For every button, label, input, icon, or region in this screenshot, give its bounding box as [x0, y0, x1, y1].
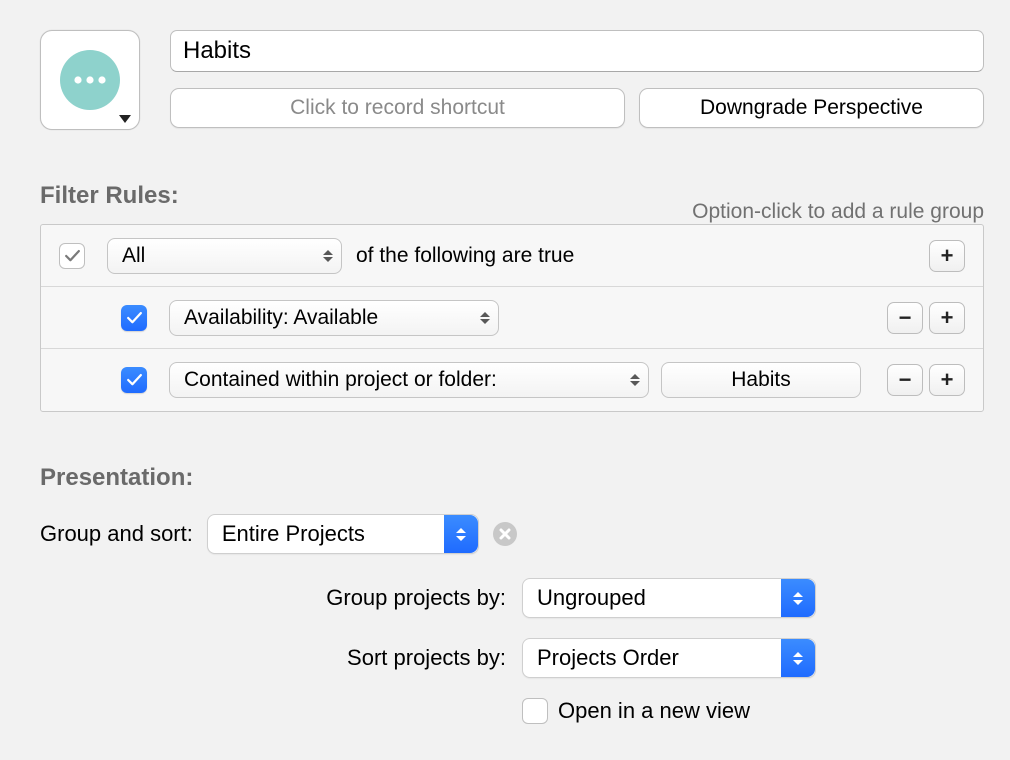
- rule-type-value: Contained within project or folder:: [184, 368, 497, 392]
- perspective-icon-well[interactable]: [40, 30, 140, 130]
- remove-rule-button[interactable]: −: [887, 364, 923, 396]
- rule-group-row: All of the following are true +: [41, 225, 983, 287]
- add-rule-button[interactable]: +: [929, 302, 965, 334]
- rule-group-checkbox[interactable]: [59, 243, 85, 269]
- rule-type-select[interactable]: Availability: Available: [169, 300, 499, 336]
- rule-row: Contained within project or folder: Habi…: [41, 349, 983, 411]
- group-and-sort-value: Entire Projects: [222, 521, 365, 547]
- group-projects-by-label: Group projects by:: [40, 585, 522, 611]
- record-shortcut-button[interactable]: Click to record shortcut: [170, 88, 625, 128]
- perspective-icon: [59, 49, 121, 111]
- stepper-icon: [480, 312, 490, 324]
- rule-group-suffix: of the following are true: [356, 244, 574, 268]
- close-icon: [499, 528, 511, 540]
- group-and-sort-label: Group and sort:: [40, 521, 193, 547]
- check-icon: [64, 249, 81, 263]
- stepper-icon: [444, 515, 478, 553]
- filter-rules-box: All of the following are true + Availabi…: [40, 224, 984, 412]
- rule-type-select[interactable]: Contained within project or folder:: [169, 362, 649, 398]
- open-in-new-view-checkbox[interactable]: [522, 698, 548, 724]
- rule-row: Availability: Available − +: [41, 287, 983, 349]
- remove-rule-button[interactable]: −: [887, 302, 923, 334]
- presentation-heading: Presentation:: [40, 464, 984, 492]
- filter-rules-hint: Option-click to add a rule group: [692, 200, 984, 224]
- group-and-sort-select[interactable]: Entire Projects: [207, 514, 479, 554]
- stepper-icon: [630, 374, 640, 386]
- downgrade-perspective-button[interactable]: Downgrade Perspective: [639, 88, 984, 128]
- group-projects-by-value: Ungrouped: [537, 585, 646, 611]
- rule-group-operator-select[interactable]: All: [107, 238, 342, 274]
- rule-enabled-checkbox[interactable]: [121, 305, 147, 331]
- filter-rules-heading: Filter Rules:: [40, 182, 179, 210]
- add-rule-button[interactable]: +: [929, 240, 965, 272]
- stepper-icon: [323, 250, 333, 262]
- stepper-icon: [781, 639, 815, 677]
- sort-projects-by-value: Projects Order: [537, 645, 679, 671]
- rule-group-operator-value: All: [122, 244, 145, 268]
- rule-type-value: Availability: Available: [184, 306, 378, 330]
- rule-token[interactable]: Habits: [661, 362, 861, 398]
- check-icon: [126, 373, 143, 387]
- sort-projects-by-label: Sort projects by:: [40, 645, 522, 671]
- group-projects-by-select[interactable]: Ungrouped: [522, 578, 816, 618]
- add-rule-button[interactable]: +: [929, 364, 965, 396]
- stepper-icon: [781, 579, 815, 617]
- chevron-down-icon: [119, 115, 131, 123]
- open-in-new-view-label: Open in a new view: [558, 698, 750, 724]
- sort-projects-by-select[interactable]: Projects Order: [522, 638, 816, 678]
- perspective-name-input[interactable]: [170, 30, 984, 72]
- clear-group-sort-button[interactable]: [493, 522, 517, 546]
- check-icon: [126, 311, 143, 325]
- rule-enabled-checkbox[interactable]: [121, 367, 147, 393]
